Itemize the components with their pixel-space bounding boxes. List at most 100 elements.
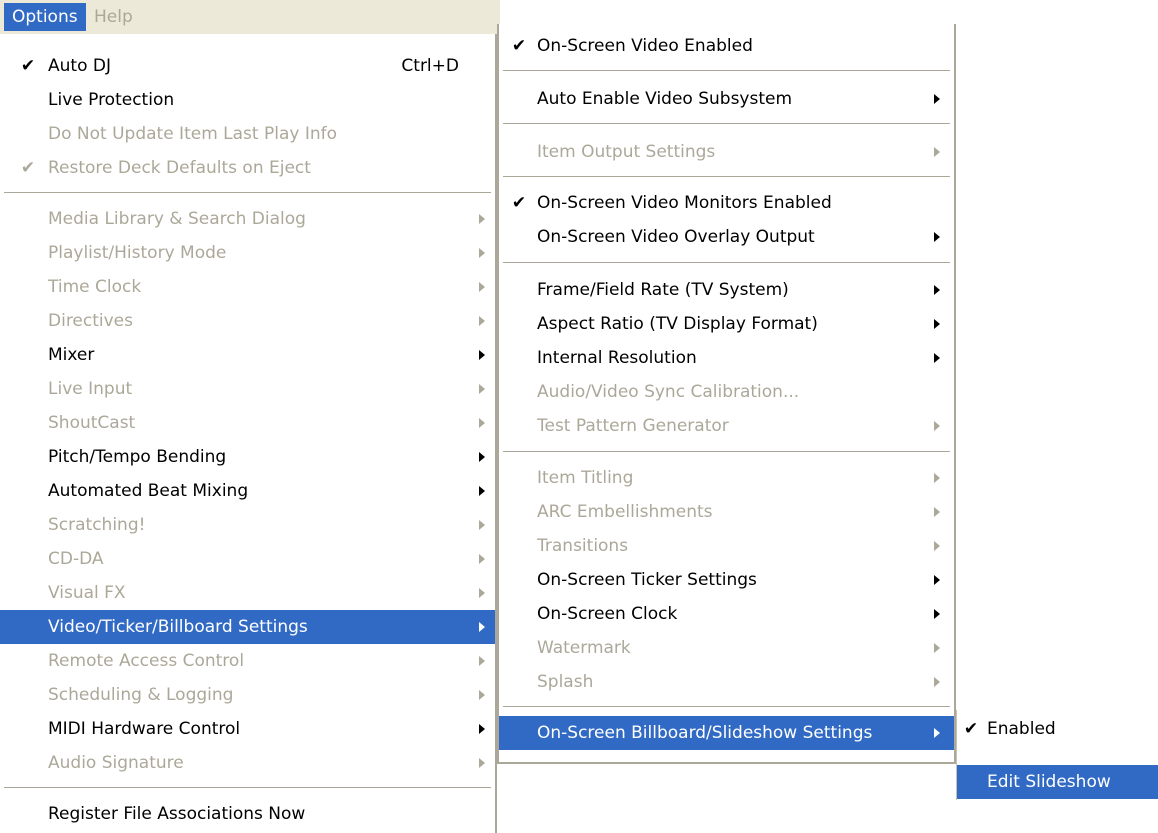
- submenu-arrow-icon: [934, 677, 940, 687]
- menu-item-ticker[interactable]: On-Screen Ticker Settings: [499, 563, 954, 597]
- menu-separator: [503, 451, 950, 453]
- submenu-arrow-icon: [479, 724, 485, 734]
- menu-item-shoutcast[interactable]: ShoutCast: [0, 406, 495, 440]
- menu-item-audio-signature[interactable]: Audio Signature: [0, 746, 495, 780]
- menu-item-label: Directives: [48, 311, 133, 331]
- menubar-help[interactable]: Help: [86, 3, 141, 31]
- menu-item-label: Do Not Update Item Last Play Info: [48, 124, 337, 144]
- menu-item-frame-rate[interactable]: Frame/Field Rate (TV System): [499, 273, 954, 307]
- menu-item-arc[interactable]: ARC Embellishments: [499, 495, 954, 529]
- menu-item-label: Scratching!: [48, 515, 146, 535]
- menu-item-label: Transitions: [537, 536, 629, 556]
- menu-item-internal-resolution[interactable]: Internal Resolution: [499, 341, 954, 375]
- submenu-arrow-icon: [934, 94, 940, 104]
- menu-item-transitions[interactable]: Transitions: [499, 529, 954, 563]
- submenu-arrow-icon: [479, 690, 485, 700]
- submenu-arrow-icon: [479, 316, 485, 326]
- menu-separator: [503, 123, 950, 125]
- menu-item-item-output[interactable]: Item Output Settings: [499, 135, 954, 169]
- menu-item-video-enabled[interactable]: ✔ On-Screen Video Enabled: [499, 29, 954, 63]
- menu-item-label: Visual FX: [48, 583, 126, 603]
- submenu-arrow-icon: [479, 656, 485, 666]
- menu-item-pitch-tempo[interactable]: Pitch/Tempo Bending: [0, 440, 495, 474]
- menu-item-label: Splash: [537, 672, 594, 692]
- submenu-arrow-icon: [934, 147, 940, 157]
- menu-item-label: On-Screen Ticker Settings: [537, 570, 757, 590]
- menu-item-label: On-Screen Billboard/Slideshow Settings: [537, 723, 873, 743]
- submenu-arrow-icon: [479, 214, 485, 224]
- menu-item-midi[interactable]: MIDI Hardware Control: [0, 712, 495, 746]
- submenu-arrow-icon: [479, 418, 485, 428]
- menu-item-label: Automated Beat Mixing: [48, 481, 249, 501]
- submenu-arrow-icon: [934, 609, 940, 619]
- menu-item-remote-access[interactable]: Remote Access Control: [0, 644, 495, 678]
- submenu-arrow-icon: [934, 575, 940, 585]
- menu-item-label: Edit Slideshow: [987, 772, 1111, 792]
- menubar-options[interactable]: Options: [4, 3, 86, 31]
- submenu-arrow-icon: [934, 728, 940, 738]
- menu-item-live-protection[interactable]: Live Protection: [0, 83, 495, 117]
- submenu-arrow-icon: [934, 319, 940, 329]
- menu-item-visual-fx[interactable]: Visual FX: [0, 576, 495, 610]
- menu-separator: [503, 262, 950, 264]
- menu-item-label: Auto Enable Video Subsystem: [537, 89, 793, 109]
- menu-item-test-pattern[interactable]: Test Pattern Generator: [499, 409, 954, 443]
- menu-item-edit-slideshow[interactable]: Edit Slideshow: [957, 765, 1158, 799]
- menu-item-scratching[interactable]: Scratching!: [0, 508, 495, 542]
- menu-item-monitors-enabled[interactable]: ✔ On-Screen Video Monitors Enabled: [499, 186, 954, 220]
- submenu-arrow-icon: [479, 486, 485, 496]
- menu-item-label: MIDI Hardware Control: [48, 719, 241, 739]
- menu-item-label: Item Output Settings: [537, 142, 716, 162]
- submenu-arrow-icon: [934, 507, 940, 517]
- menu-item-aspect-ratio[interactable]: Aspect Ratio (TV Display Format): [499, 307, 954, 341]
- menu-item-register-file[interactable]: Register File Associations Now: [0, 797, 495, 831]
- menu-item-label: Video/Ticker/Billboard Settings: [48, 617, 308, 637]
- submenu-arrow-icon: [479, 452, 485, 462]
- menu-separator: [4, 787, 491, 789]
- menu-item-label: Audio Signature: [48, 753, 184, 773]
- menu-item-label: Frame/Field Rate (TV System): [537, 280, 789, 300]
- submenu-arrow-icon: [934, 643, 940, 653]
- options-menu: ✔ Auto DJ Ctrl+D Live Protection Do Not …: [0, 34, 497, 833]
- submenu-arrow-icon: [479, 248, 485, 258]
- menu-item-label: Playlist/History Mode: [48, 243, 227, 263]
- menu-item-overlay-output[interactable]: On-Screen Video Overlay Output: [499, 220, 954, 254]
- menu-item-playlist-history[interactable]: Playlist/History Mode: [0, 236, 495, 270]
- submenu-arrow-icon: [934, 232, 940, 242]
- menu-item-do-not-update[interactable]: Do Not Update Item Last Play Info: [0, 117, 495, 151]
- submenu-arrow-icon: [479, 588, 485, 598]
- submenu-arrow-icon: [479, 350, 485, 360]
- submenu-arrow-icon: [479, 282, 485, 292]
- menu-item-media-library[interactable]: Media Library & Search Dialog: [0, 202, 495, 236]
- checkmark-icon: ✔: [20, 56, 36, 76]
- submenu-arrow-icon: [479, 520, 485, 530]
- menu-item-billboard[interactable]: On-Screen Billboard/Slideshow Settings: [499, 716, 954, 750]
- menu-item-splash[interactable]: Splash: [499, 665, 954, 699]
- checkmark-icon: ✔: [963, 719, 979, 739]
- menu-item-directives[interactable]: Directives: [0, 304, 495, 338]
- menu-item-watermark[interactable]: Watermark: [499, 631, 954, 665]
- menu-item-restore-deck[interactable]: ✔ Restore Deck Defaults on Eject: [0, 151, 495, 185]
- submenu-arrow-icon: [934, 285, 940, 295]
- menu-item-item-titling[interactable]: Item Titling: [499, 461, 954, 495]
- menu-item-beat-mixing[interactable]: Automated Beat Mixing: [0, 474, 495, 508]
- menu-item-auto-dj[interactable]: ✔ Auto DJ Ctrl+D: [0, 49, 495, 83]
- menu-item-label: Audio/Video Sync Calibration...: [537, 382, 800, 402]
- menu-item-live-input[interactable]: Live Input: [0, 372, 495, 406]
- menu-item-label: Time Clock: [48, 277, 142, 297]
- video-settings-submenu: ✔ On-Screen Video Enabled Auto Enable Vi…: [497, 24, 956, 764]
- menu-item-enabled[interactable]: ✔ Enabled: [957, 712, 1158, 746]
- menu-item-time-clock[interactable]: Time Clock: [0, 270, 495, 304]
- menu-item-clock[interactable]: On-Screen Clock: [499, 597, 954, 631]
- menu-item-label: Auto DJ: [48, 56, 111, 76]
- menu-item-mixer[interactable]: Mixer: [0, 338, 495, 372]
- menu-item-cd-da[interactable]: CD-DA: [0, 542, 495, 576]
- menu-item-av-sync[interactable]: Audio/Video Sync Calibration...: [499, 375, 954, 409]
- menu-item-label: Aspect Ratio (TV Display Format): [537, 314, 818, 334]
- checkmark-icon: ✔: [511, 193, 527, 213]
- menu-item-scheduling[interactable]: Scheduling & Logging: [0, 678, 495, 712]
- menu-bar: Options Help: [0, 0, 500, 34]
- menu-item-auto-enable[interactable]: Auto Enable Video Subsystem: [499, 82, 954, 116]
- menu-item-video-ticker[interactable]: Video/Ticker/Billboard Settings: [0, 610, 495, 644]
- submenu-arrow-icon: [479, 554, 485, 564]
